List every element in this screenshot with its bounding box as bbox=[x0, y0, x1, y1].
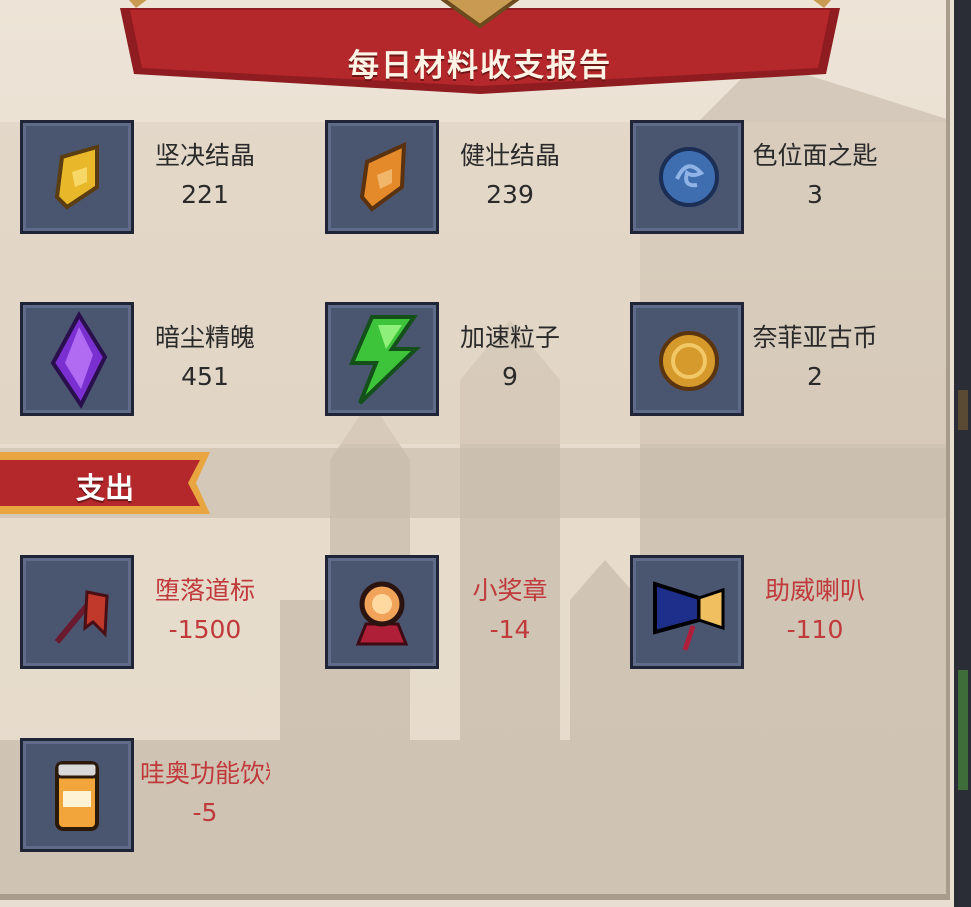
background-edge bbox=[954, 0, 971, 907]
item-name: 色位面之匙 bbox=[752, 141, 878, 170]
report-panel: 坚决结晶 221 健壮结晶 239 色位面之匙 3 暗尘精魄 451 加速粒子 … bbox=[0, 0, 950, 900]
background-foliage bbox=[958, 670, 968, 790]
expense-item[interactable]: 堕落道标 -1500 bbox=[20, 555, 280, 671]
item-name: 助威喇叭 bbox=[764, 576, 865, 605]
red-flag-icon bbox=[54, 590, 109, 644]
item-icon-frame bbox=[20, 555, 134, 669]
item-name: 坚决结晶 bbox=[154, 141, 255, 170]
item-icon-frame bbox=[630, 555, 744, 669]
item-icon-frame bbox=[630, 120, 744, 234]
drink-can-icon bbox=[55, 761, 99, 831]
item-count: -110 bbox=[786, 615, 844, 644]
item-name: 堕落道标 bbox=[154, 576, 255, 605]
item-count: 451 bbox=[181, 362, 229, 391]
item-name: 小奖章 bbox=[472, 576, 548, 605]
item-name: 奈菲亚古币 bbox=[752, 323, 878, 352]
item-count: 221 bbox=[181, 180, 229, 209]
expense-item[interactable]: 哇奥功能饮料 -5 bbox=[20, 738, 280, 854]
item-icon-frame bbox=[20, 738, 134, 852]
item-icon-frame bbox=[325, 302, 439, 416]
item-icon-frame bbox=[325, 555, 439, 669]
gold-coin-icon bbox=[659, 331, 719, 391]
income-item[interactable]: 色位面之匙 3 bbox=[630, 120, 890, 236]
item-count: -14 bbox=[489, 615, 531, 644]
item-count: -5 bbox=[192, 798, 218, 827]
orange-crystal-icon bbox=[359, 141, 407, 212]
purple-shard-icon bbox=[50, 311, 108, 409]
green-lightning-icon bbox=[348, 315, 421, 405]
item-name: 暗尘精魄 bbox=[154, 323, 255, 352]
item-icon-frame bbox=[20, 302, 134, 416]
horn-icon bbox=[653, 581, 725, 651]
item-count: -1500 bbox=[168, 615, 242, 644]
item-icon-frame bbox=[630, 302, 744, 416]
item-count: 239 bbox=[486, 180, 534, 209]
item-icon-frame bbox=[325, 120, 439, 234]
report-title: 每日材料收支报告 bbox=[348, 48, 612, 84]
item-count: 3 bbox=[807, 180, 823, 209]
background-wood bbox=[958, 390, 968, 430]
income-item[interactable]: 健壮结晶 239 bbox=[325, 120, 585, 236]
expense-section-label: 支出 bbox=[75, 471, 134, 505]
expense-item[interactable]: 小奖章 -14 bbox=[325, 555, 585, 671]
income-item[interactable]: 暗尘精魄 451 bbox=[20, 302, 280, 418]
income-item[interactable]: 奈菲亚古币 2 bbox=[630, 302, 890, 418]
medal-icon bbox=[355, 581, 409, 646]
blue-key-coin-icon bbox=[659, 147, 719, 207]
item-count: 9 bbox=[502, 362, 518, 391]
expense-item[interactable]: 助威喇叭 -110 bbox=[630, 555, 890, 671]
item-name: 健壮结晶 bbox=[459, 141, 560, 170]
item-name: 哇奥功能饮料 bbox=[140, 759, 270, 788]
item-name: 加速粒子 bbox=[459, 323, 560, 352]
income-item[interactable]: 加速粒子 9 bbox=[325, 302, 585, 418]
item-icon-frame bbox=[20, 120, 134, 234]
item-count: 2 bbox=[807, 362, 823, 391]
gold-crystal-icon bbox=[54, 144, 99, 210]
income-item[interactable]: 坚决结晶 221 bbox=[20, 120, 280, 236]
